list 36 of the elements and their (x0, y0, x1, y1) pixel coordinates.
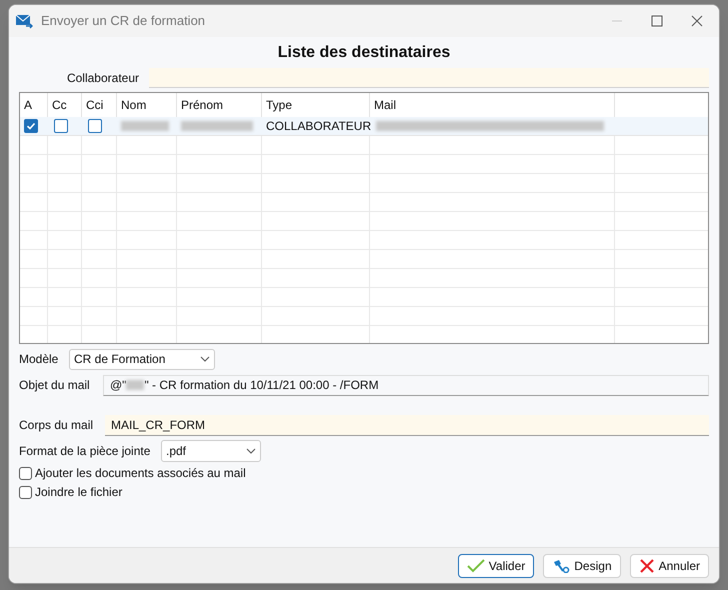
collaborateur-field[interactable] (149, 68, 709, 88)
close-icon[interactable] (691, 15, 703, 27)
checkbox-label: Joindre le fichier (35, 484, 122, 501)
cancel-button[interactable]: Annuler (630, 554, 709, 578)
checkbox[interactable] (88, 119, 102, 133)
blurred-text (181, 121, 253, 131)
blurred-text (126, 380, 144, 390)
format-dropdown[interactable]: .pdf (161, 440, 261, 462)
field-label: Collaborateur (66, 70, 140, 87)
checkbox[interactable] (54, 119, 68, 133)
field-label: Format de la pièce jointe (19, 442, 152, 460)
corps-field[interactable]: MAIL_CR_FORM (105, 414, 709, 436)
checkbox-label: Ajouter les documents associés au mail (35, 465, 246, 482)
checkbox[interactable] (19, 486, 32, 498)
blurred-text (121, 121, 169, 131)
subject-prefix: @" (110, 377, 126, 394)
field-label: Objet du mail (19, 377, 91, 394)
field-label: Corps du mail (19, 417, 94, 434)
close-icon (638, 558, 655, 574)
modele-dropdown[interactable]: CR de Formation (69, 348, 215, 370)
checkmark-icon (26, 121, 36, 131)
table-cell-text: COLLABORATEUR (266, 118, 372, 135)
validate-button[interactable]: Valider (458, 554, 534, 578)
mail-icon (15, 13, 33, 29)
checkmark-icon (466, 558, 485, 572)
subject-text: " - CR formation du 10/11/21 00:00 - /FORM (144, 377, 379, 394)
section-heading: Liste des destinataires (276, 43, 452, 63)
field-label: Modèle (19, 351, 60, 368)
window-title: Envoyer un CR de formation (41, 12, 206, 30)
objet-field[interactable]: @" " - CR formation du 10/11/21 00:00 - /FORM (103, 374, 709, 396)
maximize-icon[interactable] (651, 15, 663, 27)
caret-icon (246, 448, 256, 454)
caret-icon (200, 356, 210, 362)
design-button[interactable]: Design (543, 554, 621, 578)
checkbox[interactable] (24, 119, 38, 133)
checkbox[interactable] (19, 466, 32, 480)
